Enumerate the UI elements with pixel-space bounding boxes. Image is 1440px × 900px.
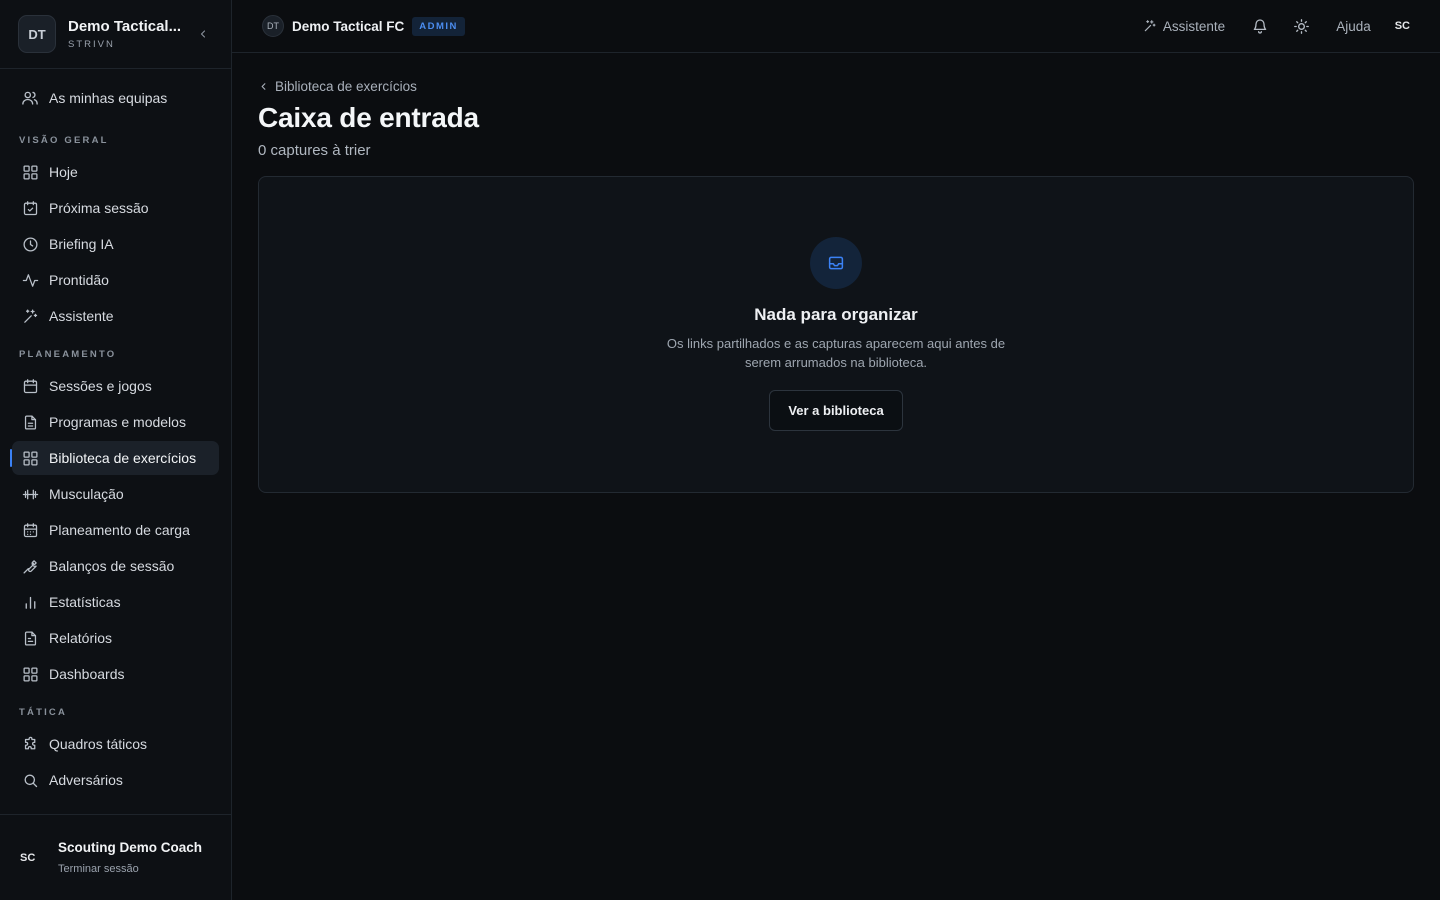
team-name: Demo Tactical...	[68, 18, 182, 35]
sidebar-item-assistente[interactable]: Assistente	[12, 299, 219, 333]
page-subtitle: 0 captures à trier	[258, 142, 371, 159]
sidebar-nav: As minhas equipas VISÃO GERAL Hoje Próxi…	[0, 69, 231, 797]
sparkles-icon	[21, 307, 39, 325]
sun-icon[interactable]	[1290, 15, 1312, 37]
sidebar-item-dashboards[interactable]: Dashboards	[12, 657, 219, 691]
sidebar: DT Demo Tactical... STRIVN As minhas equ…	[0, 0, 232, 900]
sidebar-item-label: Relatórios	[49, 630, 113, 646]
sidebar-item-statistics[interactable]: Estatísticas	[12, 585, 219, 619]
logout-link[interactable]: Terminar sessão	[58, 863, 202, 875]
chevron-left-icon	[258, 81, 269, 92]
topbar: DT Demo Tactical FC ADMIN Assistente Aju…	[232, 0, 1440, 53]
main-content: Biblioteca de exercícios Caixa de entrad…	[258, 53, 1414, 493]
view-library-button[interactable]: Ver a biblioteca	[769, 390, 903, 431]
empty-state-description: Os links partilhados e as capturas apare…	[666, 336, 1006, 370]
sidebar-item-tactical-boards[interactable]: Quadros táticos	[12, 727, 219, 761]
sidebar-item-prontidao[interactable]: Prontidão	[12, 263, 219, 297]
section-label-overview: VISÃO GERAL	[19, 134, 109, 146]
grid-icon	[21, 665, 39, 683]
sidebar-item-label: Estatísticas	[49, 594, 121, 610]
sidebar-item-label: Assistente	[49, 308, 114, 324]
sidebar-item-label: Prontidão	[49, 272, 109, 288]
sidebar-item-my-teams[interactable]: As minhas equipas	[12, 81, 219, 115]
sidebar-item-label: Próxima sessão	[49, 200, 149, 216]
team-switcher[interactable]: DT Demo Tactical... STRIVN	[0, 0, 231, 69]
sidebar-item-label: Quadros táticos	[49, 736, 148, 752]
search-icon	[21, 771, 39, 789]
users-icon	[21, 89, 39, 107]
user-name: Scouting Demo Coach	[58, 840, 203, 855]
calendar-check-icon	[21, 199, 39, 217]
sidebar-item-next-session[interactable]: Próxima sessão	[12, 191, 219, 225]
calendar-icon	[21, 377, 39, 395]
sidebar-item-label: Planeamento de carga	[49, 522, 190, 538]
inbox-icon	[810, 237, 862, 289]
grid-icon	[21, 449, 39, 467]
section-label-tactics: TÁTICA	[19, 706, 68, 718]
team-subtitle: STRIVN	[68, 39, 115, 50]
clock-icon	[21, 235, 39, 253]
sidebar-item-briefing-ia[interactable]: Briefing IA	[12, 227, 219, 261]
sidebar-item-exercise-library[interactable]: Biblioteca de exercícios	[10, 441, 219, 475]
sidebar-item-label: Biblioteca de exercícios	[49, 450, 197, 466]
sidebar-item-sessions-games[interactable]: Sessões e jogos	[12, 369, 219, 403]
wrench-icon	[21, 557, 39, 575]
bar-chart-icon	[21, 593, 39, 611]
sidebar-item-label: As minhas equipas	[49, 90, 168, 106]
empty-state-title: Nada para organizar	[754, 305, 918, 324]
sidebar-item-musculacao[interactable]: Musculação	[12, 477, 219, 511]
sidebar-item-opponents[interactable]: Adversários	[12, 763, 219, 797]
sidebar-item-label: Adversários	[49, 772, 123, 788]
activity-icon	[21, 271, 39, 289]
sidebar-item-label: Hoje	[49, 164, 78, 180]
dumbbell-icon	[21, 485, 39, 503]
chevron-left-icon[interactable]	[193, 24, 213, 44]
page-title: Caixa de entrada	[258, 102, 479, 133]
sidebar-item-reports[interactable]: Relatórios	[12, 621, 219, 655]
sidebar-item-label: Briefing IA	[49, 236, 114, 252]
sidebar-item-label: Sessões e jogos	[49, 378, 152, 394]
sparkles-icon	[1143, 19, 1157, 33]
role-badge: ADMIN	[412, 16, 465, 36]
sidebar-item-label: Musculação	[49, 486, 124, 502]
sidebar-item-label: Balanços de sessão	[49, 558, 175, 574]
org-name: Demo Tactical FC	[292, 18, 405, 34]
avatar[interactable]: SC	[1395, 20, 1410, 32]
calendar-grid-icon	[21, 521, 39, 539]
sidebar-item-load-planning[interactable]: Planeamento de carga	[12, 513, 219, 547]
sidebar-item-label: Dashboards	[49, 666, 125, 682]
sidebar-item-programs[interactable]: Programas e modelos	[12, 405, 219, 439]
org-badge: DT	[262, 15, 284, 37]
user-menu[interactable]: SC Scouting Demo Coach Terminar sessão	[0, 814, 231, 900]
sidebar-item-session-reviews[interactable]: Balanços de sessão	[12, 549, 219, 583]
breadcrumb-label: Biblioteca de exercícios	[275, 79, 417, 94]
sidebar-item-hoje[interactable]: Hoje	[12, 155, 219, 189]
assistant-label: Assistente	[1162, 18, 1226, 34]
team-avatar: DT	[18, 15, 56, 53]
breadcrumb[interactable]: Biblioteca de exercícios	[258, 79, 1414, 94]
grid-icon	[21, 163, 39, 181]
report-icon	[21, 629, 39, 647]
bell-icon[interactable]	[1249, 15, 1271, 37]
sidebar-item-label: Programas e modelos	[49, 414, 186, 430]
assistant-button[interactable]: Assistente	[1143, 19, 1225, 34]
document-icon	[21, 413, 39, 431]
puzzle-icon	[21, 735, 39, 753]
section-label-planning: PLANEAMENTO	[19, 348, 117, 360]
help-link[interactable]: Ajuda	[1336, 19, 1371, 34]
empty-state-card: Nada para organizar Os links partilhados…	[258, 176, 1414, 493]
avatar: SC	[20, 851, 36, 864]
